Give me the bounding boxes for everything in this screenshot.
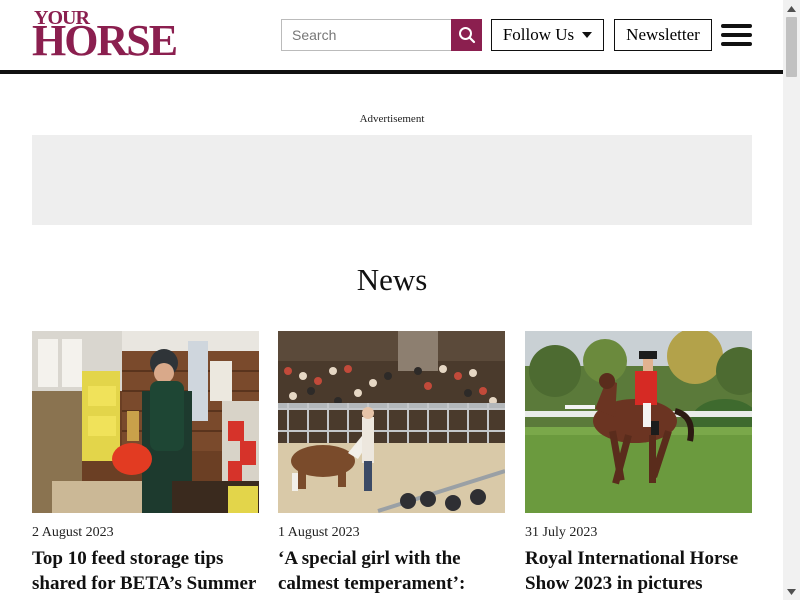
ad-slot[interactable] bbox=[32, 135, 752, 225]
vertical-scrollbar[interactable] bbox=[783, 0, 800, 600]
newsletter-button[interactable]: Newsletter bbox=[614, 19, 712, 51]
search-input[interactable] bbox=[281, 19, 451, 51]
article-title[interactable]: Top 10 feed storage tips shared for BETA… bbox=[32, 546, 264, 596]
scroll-up-arrow-icon[interactable] bbox=[783, 0, 800, 17]
logo-text-main: HORSE bbox=[32, 16, 178, 65]
newsletter-label: Newsletter bbox=[626, 25, 700, 44]
ad-label: Advertisement bbox=[359, 113, 425, 125]
site-logo[interactable]: YOUR HORSE bbox=[32, 8, 192, 65]
search-form bbox=[281, 19, 482, 51]
hamburger-menu-icon[interactable] bbox=[721, 24, 753, 46]
article-title[interactable]: ‘A special girl with the calmest tempera… bbox=[278, 546, 510, 596]
article-image[interactable] bbox=[278, 331, 505, 513]
search-button[interactable] bbox=[451, 19, 482, 51]
scrollbar-thumb[interactable] bbox=[786, 17, 797, 77]
site-header: YOUR HORSE Follow Us Newsletter bbox=[0, 0, 783, 70]
follow-us-button[interactable]: Follow Us bbox=[491, 19, 604, 51]
article-date: 1 August 2023 bbox=[278, 525, 360, 540]
follow-us-label: Follow Us bbox=[502, 25, 575, 44]
article-title[interactable]: Royal International Horse Show 2023 in p… bbox=[525, 546, 757, 596]
scroll-down-arrow-icon[interactable] bbox=[783, 583, 800, 600]
page: YOUR HORSE Follow Us Newsletter Advertis… bbox=[0, 0, 783, 600]
search-icon bbox=[458, 27, 475, 44]
article-image[interactable] bbox=[525, 331, 752, 513]
article-date: 31 July 2023 bbox=[525, 525, 598, 540]
article-image[interactable] bbox=[32, 331, 259, 513]
section-title: News bbox=[356, 262, 428, 297]
header-divider bbox=[0, 70, 783, 74]
caret-down-icon bbox=[582, 32, 593, 38]
article-date: 2 August 2023 bbox=[32, 525, 114, 540]
